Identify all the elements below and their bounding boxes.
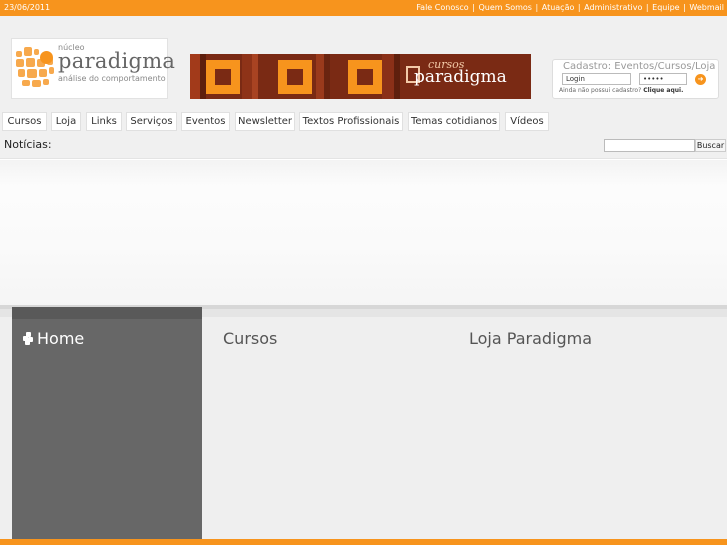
login-field[interactable]: [562, 73, 631, 85]
section-title-loja[interactable]: Loja Paradigma: [469, 329, 592, 348]
bottom-bar: [0, 539, 727, 545]
nav-item-videos[interactable]: Vídeos: [505, 112, 549, 131]
section-title-cursos[interactable]: Cursos: [223, 329, 277, 348]
news-area: [0, 160, 727, 307]
news-bar: Notícias: Buscar: [0, 132, 727, 159]
register-link[interactable]: Clique aqui.: [643, 87, 683, 94]
home-icon: [23, 332, 35, 345]
logo-tagline: análise do comportamento: [58, 74, 166, 83]
link-fale-conosco[interactable]: Fale Conosco: [416, 3, 468, 12]
separator: |: [645, 3, 649, 12]
banner-square-icon: [348, 60, 382, 94]
nav-item-temas-cotidianos[interactable]: Temas cotidianos: [408, 112, 500, 131]
cursos-banner[interactable]: cursos paradigma: [190, 54, 531, 99]
register-text: Ainda não possui cadastro?: [559, 87, 642, 94]
register-prompt: Ainda não possui cadastro? Clique aqui.: [559, 87, 683, 94]
login-box: Cadastro: Eventos/Cursos/Loja ➜ Ainda nã…: [552, 59, 719, 99]
nav-item-servicos[interactable]: Serviços: [126, 112, 177, 131]
separator: |: [577, 3, 581, 12]
sidebar: Home: [12, 307, 202, 539]
separator: |: [683, 3, 686, 12]
link-atuacao[interactable]: Atuação: [542, 3, 575, 12]
nav-item-eventos[interactable]: Eventos: [181, 112, 230, 131]
link-administrativo[interactable]: Administrativo: [584, 3, 642, 12]
sidebar-item-home[interactable]: Home: [37, 329, 84, 348]
logo-name: paradigma: [58, 49, 176, 73]
link-equipe[interactable]: Equipe: [652, 3, 679, 12]
current-date: 23/06/2011: [4, 3, 51, 12]
news-label: Notícias:: [4, 138, 52, 151]
banner-name: paradigma: [414, 67, 507, 87]
header: núcleo paradigma análise do comportament…: [0, 16, 727, 110]
site-logo[interactable]: núcleo paradigma análise do comportament…: [11, 38, 175, 99]
main-nav: Cursos Loja Links Serviços Eventos Newsl…: [0, 110, 727, 132]
search-input[interactable]: [604, 139, 695, 152]
separator: |: [535, 3, 539, 12]
password-field[interactable]: [639, 73, 687, 85]
nav-item-newsletter[interactable]: Newsletter: [235, 112, 295, 131]
sidebar-header-shade: [12, 307, 202, 319]
nav-item-cursos[interactable]: Cursos: [2, 112, 47, 131]
nav-item-links[interactable]: Links: [86, 112, 122, 131]
top-links: Fale Conosco | Quem Somos | Atuação | Ad…: [416, 3, 724, 12]
login-title: Cadastro: Eventos/Cursos/Loja: [563, 61, 716, 72]
banner-square-icon: [278, 60, 312, 94]
banner-square-icon: [206, 60, 240, 94]
nav-item-textos-profissionais[interactable]: Textos Profissionais: [299, 112, 403, 131]
nav-item-loja[interactable]: Loja: [51, 112, 81, 131]
top-bar: 23/06/2011 Fale Conosco | Quem Somos | A…: [0, 0, 727, 16]
logo-blocks-icon: [16, 45, 56, 91]
go-arrow-icon[interactable]: ➜: [695, 74, 706, 85]
link-quem-somos[interactable]: Quem Somos: [478, 3, 531, 12]
separator: |: [472, 3, 475, 12]
link-webmail[interactable]: Webmail: [689, 3, 724, 12]
search-button[interactable]: Buscar: [695, 139, 726, 152]
